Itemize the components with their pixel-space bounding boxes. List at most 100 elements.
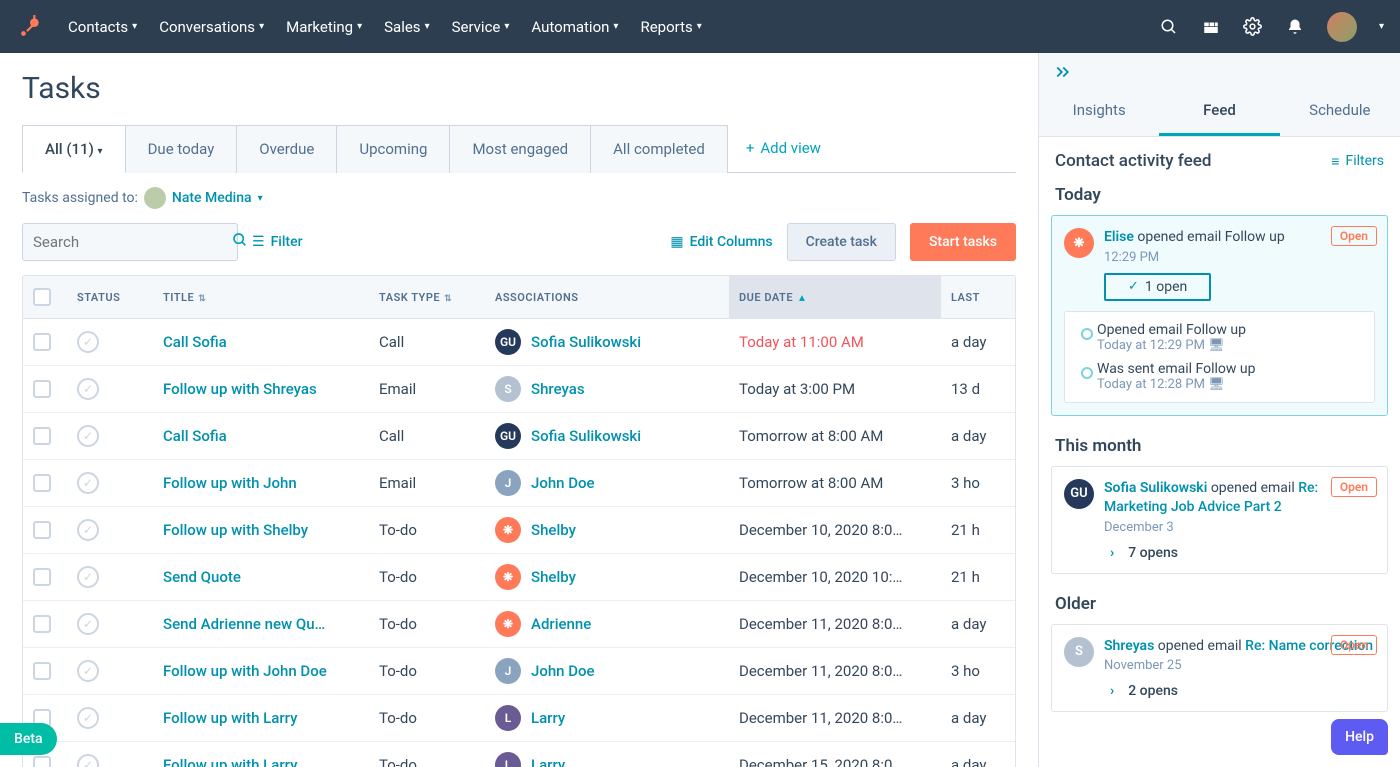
open-badge[interactable]: Open — [1331, 226, 1377, 246]
help-button[interactable]: Help — [1331, 719, 1388, 755]
col-last[interactable]: LAST — [941, 276, 1015, 319]
search-icon[interactable] — [232, 232, 248, 252]
open-badge[interactable]: Open — [1331, 635, 1377, 655]
feed-avatar: ❋ — [1064, 228, 1094, 258]
tab-overdue[interactable]: Overdue — [237, 125, 337, 173]
assignee-link[interactable]: Nate Medina — [172, 190, 252, 206]
status-toggle[interactable]: ✓ — [77, 472, 99, 494]
association[interactable]: ❋Shelby — [495, 517, 719, 543]
row-checkbox[interactable] — [33, 521, 51, 539]
add-view-button[interactable]: +Add view — [728, 124, 839, 172]
tab-most-engaged[interactable]: Most engaged — [450, 125, 591, 173]
panel-tab-feed[interactable]: Feed — [1159, 87, 1279, 136]
status-toggle[interactable]: ✓ — [77, 378, 99, 400]
nav-item-marketing[interactable]: Marketing▾ — [286, 18, 362, 36]
panel-tab-insights[interactable]: Insights — [1039, 87, 1159, 136]
select-all-checkbox[interactable] — [33, 288, 51, 306]
create-task-button[interactable]: Create task — [787, 223, 896, 261]
open-count-box[interactable]: 1 open — [1104, 273, 1211, 301]
status-toggle[interactable]: ✓ — [77, 707, 99, 729]
row-checkbox[interactable] — [33, 662, 51, 680]
last-time: 21 h — [941, 554, 1015, 601]
nav-item-automation[interactable]: Automation▾ — [531, 18, 618, 36]
association[interactable]: LLarry — [495, 752, 719, 767]
notifications-bell-icon[interactable] — [1285, 17, 1305, 37]
start-tasks-button[interactable]: Start tasks — [910, 223, 1016, 261]
nav-item-reports[interactable]: Reports▾ — [640, 18, 701, 36]
col-associations[interactable]: ASSOCIATIONS — [485, 276, 729, 319]
due-date: Tomorrow at 8:00 AM — [729, 460, 941, 507]
status-toggle[interactable]: ✓ — [77, 613, 99, 635]
association[interactable]: LLarry — [495, 705, 719, 731]
open-badge[interactable]: Open — [1331, 477, 1377, 497]
due-date: December 10, 2020 10:… — [729, 554, 941, 601]
due-date: December 11, 2020 8:0… — [729, 695, 941, 742]
status-toggle[interactable]: ✓ — [77, 660, 99, 682]
tab-upcoming[interactable]: Upcoming — [337, 125, 450, 173]
status-toggle[interactable]: ✓ — [77, 519, 99, 541]
col-due-date[interactable]: DUE DATE▲ — [729, 276, 941, 319]
chevron-down-icon[interactable]: ▾ — [258, 193, 263, 204]
nav-item-service[interactable]: Service▾ — [452, 18, 510, 36]
row-checkbox[interactable] — [33, 333, 51, 351]
association[interactable]: JJohn Doe — [495, 470, 719, 496]
filter-button[interactable]: ☰ Filter — [252, 234, 303, 250]
edit-columns-button[interactable]: ▦ Edit Columns — [670, 234, 772, 250]
nav-item-sales[interactable]: Sales▾ — [384, 18, 429, 36]
beta-badge[interactable]: Beta — [0, 723, 57, 755]
association[interactable]: ❋Adrienne — [495, 611, 719, 637]
task-title-link[interactable]: Follow up with John — [163, 474, 297, 492]
marketplace-icon[interactable] — [1201, 17, 1221, 37]
row-checkbox[interactable] — [33, 474, 51, 492]
task-title-link[interactable]: Send Adrienne new Qu… — [163, 615, 325, 633]
association[interactable]: SShreyas — [495, 376, 719, 402]
association[interactable]: GUSofia Sulikowski — [495, 329, 719, 355]
panel-tab-schedule[interactable]: Schedule — [1280, 87, 1400, 136]
chevron-down-icon[interactable]: ▾ — [1379, 21, 1384, 32]
association[interactable]: JJohn Doe — [495, 658, 719, 684]
status-toggle[interactable]: ✓ — [77, 754, 99, 767]
tab-due-today[interactable]: Due today — [126, 125, 238, 173]
task-title-link[interactable]: Call Sofia — [163, 427, 227, 445]
row-checkbox[interactable] — [33, 568, 51, 586]
row-checkbox[interactable] — [33, 756, 51, 767]
chevron-right-icon[interactable]: › — [1110, 545, 1114, 561]
timeline-item: Was sent email Follow upToday at 12:28 P… — [1077, 361, 1366, 392]
status-toggle[interactable]: ✓ — [77, 331, 99, 353]
settings-gear-icon[interactable] — [1243, 17, 1263, 37]
row-checkbox[interactable] — [33, 615, 51, 633]
search-input[interactable] — [33, 233, 232, 251]
task-title-link[interactable]: Send Quote — [163, 568, 241, 586]
task-title-link[interactable]: Follow up with Larry — [163, 756, 297, 767]
task-title-link[interactable]: Follow up with Shelby — [163, 521, 308, 539]
task-title-link[interactable]: Follow up with Shreyas — [163, 380, 317, 398]
tab-all-[interactable]: All (11) ▾ — [22, 125, 126, 173]
col-task-type[interactable]: TASK TYPE⇅ — [369, 276, 485, 319]
association[interactable]: ❋Shelby — [495, 564, 719, 590]
row-checkbox[interactable] — [33, 380, 51, 398]
nav-item-conversations[interactable]: Conversations▾ — [159, 18, 264, 36]
chevron-right-icon[interactable]: › — [1110, 683, 1114, 699]
user-avatar[interactable] — [1327, 12, 1357, 42]
table-row: ✓ Send Adrienne new Qu… To-do ❋Adrienne … — [23, 601, 1015, 648]
contact-avatar: ❋ — [495, 564, 521, 590]
row-checkbox[interactable] — [33, 427, 51, 445]
task-title-link[interactable]: Follow up with Larry — [163, 709, 297, 727]
collapse-panel-icon[interactable] — [1039, 53, 1400, 87]
task-title-link[interactable]: Follow up with John Doe — [163, 662, 327, 680]
panel-filters-button[interactable]: ≡ Filters — [1331, 153, 1384, 170]
col-title[interactable]: TITLE⇅ — [153, 276, 369, 319]
association[interactable]: GUSofia Sulikowski — [495, 423, 719, 449]
search-icon[interactable] — [1159, 17, 1179, 37]
nav-icons: ▾ — [1159, 12, 1384, 42]
hubspot-logo-icon[interactable] — [16, 13, 44, 41]
nav-item-contacts[interactable]: Contacts▾ — [68, 18, 137, 36]
last-time: 3 ho — [941, 460, 1015, 507]
status-toggle[interactable]: ✓ — [77, 566, 99, 588]
status-toggle[interactable]: ✓ — [77, 425, 99, 447]
tab-all-completed[interactable]: All completed — [591, 125, 728, 173]
feed-card-month: Open GU Sofia Sulikowski opened email Re… — [1051, 466, 1388, 574]
col-status[interactable]: STATUS — [67, 276, 153, 319]
nav-items: Contacts▾ Conversations▾ Marketing▾ Sales▾ S… — [68, 18, 1139, 36]
task-title-link[interactable]: Call Sofia — [163, 333, 227, 351]
